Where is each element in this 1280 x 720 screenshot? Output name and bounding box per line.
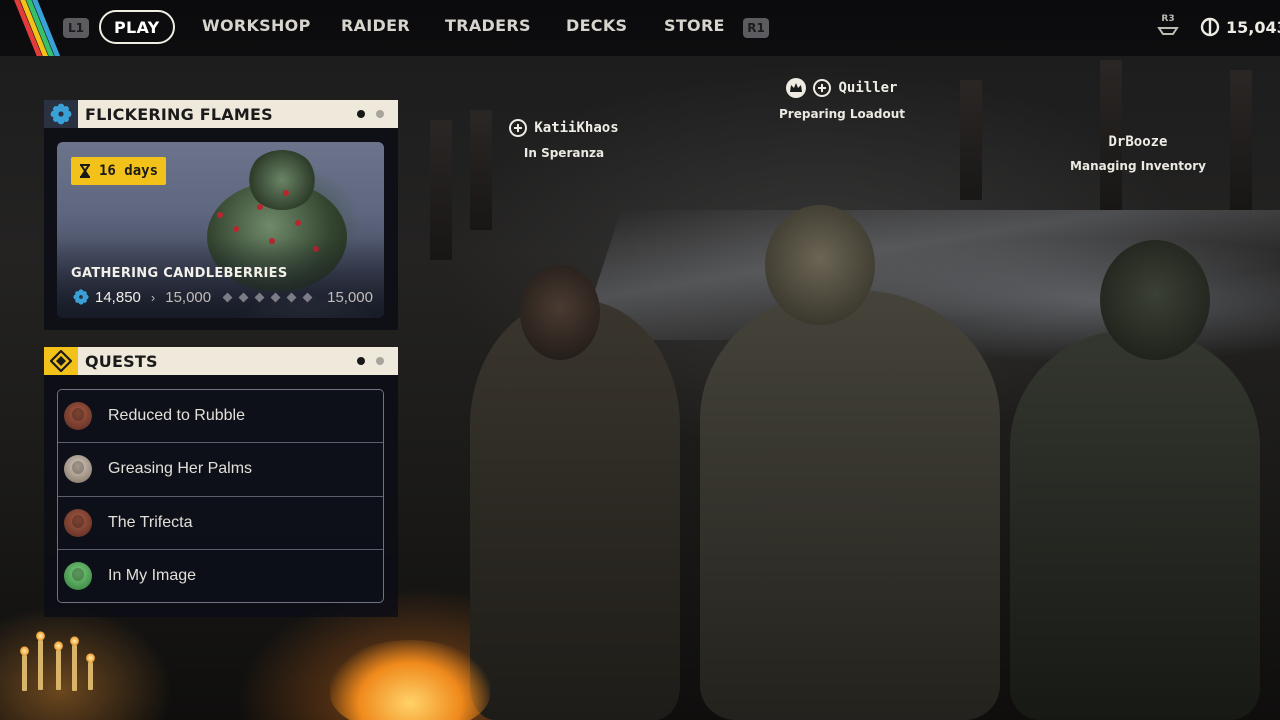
event-timer-badge: 16 days — [71, 157, 167, 185]
event-icon-box — [44, 100, 78, 128]
candle — [54, 641, 63, 690]
squad-member-drbooze[interactable]: DrBooze Managing Inventory — [1068, 134, 1208, 173]
raider-character-center — [700, 290, 1000, 720]
raider-head-right — [1100, 240, 1210, 360]
candle — [20, 646, 29, 691]
quest-label: Reduced to Rubble — [108, 407, 245, 425]
quest-giver-avatar — [64, 508, 92, 537]
raider-head-center — [765, 205, 875, 325]
hanging-banner — [470, 110, 492, 230]
gear-flower-icon — [73, 289, 89, 305]
berry — [257, 204, 263, 210]
campfire — [330, 640, 490, 720]
progress-current: 14,850 — [95, 288, 141, 306]
hanging-banner — [960, 80, 982, 200]
tab-traders[interactable]: TRADERS — [445, 16, 531, 35]
raider-head-left — [520, 265, 600, 360]
candle — [70, 636, 79, 691]
r1-bumper-button[interactable]: R1 — [743, 18, 769, 38]
quest-item[interactable]: The Trifecta — [58, 496, 383, 550]
squad-member-name: DrBooze — [1108, 134, 1168, 150]
top-navigation-bar: L1 PLAY WORKSHOP RAIDER TRADERS DECKS ST… — [0, 0, 1280, 56]
event-panel-header[interactable]: FLICKERING FLAMES — [44, 100, 398, 128]
quest-item[interactable]: In My Image — [58, 549, 383, 602]
event-pager[interactable] — [357, 110, 384, 118]
currency-display: 15,043 — [1200, 17, 1280, 37]
event-objective-name: GATHERING CANDLEBERRIES — [71, 266, 288, 281]
quest-label: In My Image — [108, 567, 197, 585]
gear-flower-icon — [50, 103, 72, 125]
squad-member-status: Managing Inventory — [1070, 159, 1206, 173]
pager-dot[interactable] — [376, 357, 384, 365]
quest-item[interactable]: Greasing Her Palms — [58, 443, 383, 497]
raider-character-right — [1010, 330, 1260, 720]
tab-workshop[interactable]: WORKSHOP — [202, 16, 311, 35]
event-progress-row: 14,850 › 15,000 15,000 — [73, 288, 373, 306]
l1-bumper-button[interactable]: L1 — [63, 18, 89, 38]
quests-icon-box — [44, 347, 78, 375]
squad-member-status: In Speranza — [523, 146, 605, 160]
quest-label: Greasing Her Palms — [108, 460, 253, 478]
party-leader-crown-icon — [786, 78, 807, 98]
brand-stripes-logo — [0, 0, 62, 56]
tab-play[interactable]: PLAY — [99, 10, 175, 44]
candle — [36, 631, 45, 690]
quests-pager[interactable] — [357, 357, 384, 365]
squad-member-quiller[interactable]: Quiller Preparing Loadout — [772, 78, 912, 121]
quest-giver-avatar — [64, 455, 92, 484]
candleberry-bush-top — [247, 150, 317, 210]
tab-decks[interactable]: DECKS — [566, 16, 627, 35]
quest-giver-avatar — [64, 402, 92, 431]
berry — [283, 190, 289, 196]
quest-giver-avatar — [64, 562, 92, 591]
invite-plus-icon[interactable] — [509, 119, 528, 137]
progress-next-milestone: 15,000 — [165, 288, 212, 306]
squad-member-katiikhaos[interactable]: KatiiKhaos In Speranza — [494, 119, 634, 160]
raider-character-left — [470, 300, 680, 720]
r3-label: R3 — [1161, 14, 1175, 24]
invite-plus-icon[interactable] — [813, 79, 832, 97]
quests-title: QUESTS — [85, 351, 158, 371]
candle — [86, 653, 95, 690]
quest-list: Reduced to Rubble Greasing Her Palms The… — [57, 389, 384, 603]
hourglass-icon — [80, 164, 90, 178]
berry — [233, 226, 239, 232]
quests-panel-header[interactable]: QUESTS — [44, 347, 398, 375]
r3-stick-hint[interactable]: R3 — [1156, 14, 1180, 42]
progress-milestone-dots — [222, 292, 313, 302]
quest-label: The Trifecta — [108, 513, 193, 531]
pager-dot-active[interactable] — [357, 110, 365, 118]
berry — [217, 212, 223, 218]
currency-amount: 15,043 — [1226, 17, 1280, 37]
hanging-banner — [430, 120, 452, 260]
progress-max: 15,000 — [327, 288, 373, 306]
chevron-right-icon: › — [150, 289, 156, 305]
coin-icon — [1200, 17, 1220, 37]
quest-item[interactable]: Reduced to Rubble — [58, 390, 383, 444]
squad-member-name: Quiller — [838, 80, 898, 96]
hanging-banner — [1230, 70, 1252, 210]
pager-dot[interactable] — [376, 110, 384, 118]
event-title: FLICKERING FLAMES — [85, 104, 273, 124]
squad-member-status: Preparing Loadout — [779, 107, 905, 121]
controller-stick-icon — [1157, 27, 1179, 35]
event-timer-text: 16 days — [99, 163, 159, 179]
tab-store[interactable]: STORE — [664, 16, 725, 35]
tab-raider[interactable]: RAIDER — [341, 16, 410, 35]
quest-diamond-icon — [50, 350, 72, 372]
event-card[interactable]: 16 days GATHERING CANDLEBERRIES 14,850 ›… — [57, 142, 384, 318]
berry — [295, 220, 301, 226]
pager-dot-active[interactable] — [357, 357, 365, 365]
squad-member-name: KatiiKhaos — [534, 120, 619, 136]
